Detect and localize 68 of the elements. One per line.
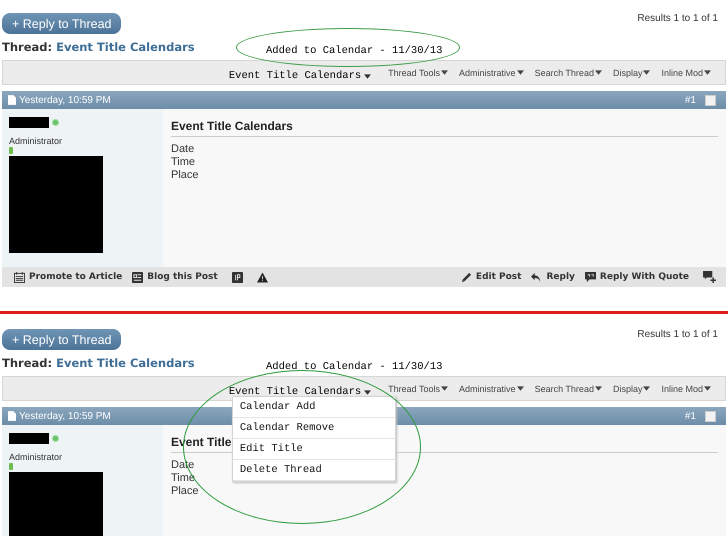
reputation-icon (9, 147, 13, 154)
caret-icon (643, 386, 650, 391)
post-text: Time (171, 472, 196, 485)
quote-bubble-icon (584, 272, 596, 282)
toolbar-menu[interactable]: Inline Mod (661, 68, 711, 78)
document-icon (8, 411, 16, 421)
post-date: Yesterday, 10:59 PM (19, 94, 111, 106)
reply-to-thread-button[interactable]: + Reply to Thread (2, 13, 122, 34)
blog-button[interactable]: Blog this Post (132, 272, 218, 282)
list-icon (132, 272, 144, 282)
caret-icon (441, 386, 448, 391)
edit-post-button[interactable]: Edit Post (460, 272, 522, 282)
post-checkbox[interactable] (705, 94, 716, 106)
toolbar-menu[interactable]: Display (612, 384, 650, 394)
caret-icon (441, 70, 448, 75)
post-text: Place (171, 485, 199, 498)
post-title: Event Title Calendars (171, 119, 718, 137)
toolbar-menu[interactable]: Thread Tools (388, 68, 448, 78)
toolbar-menu[interactable]: Thread Tools (388, 384, 448, 394)
caret-icon (516, 70, 524, 75)
post-text: Place (171, 169, 199, 182)
post-date: Yesterday, 10:59 PM (19, 410, 111, 422)
thread-menu-button[interactable]: Event Title Calendars (228, 70, 372, 82)
post-text: Date (171, 143, 194, 156)
promote-button[interactable]: Promote to Article (14, 272, 122, 282)
calendar-note: Added to Calendar - 11/30/13 (266, 44, 442, 56)
caret-icon (704, 386, 711, 391)
ip-icon[interactable] (232, 272, 243, 282)
toolbar-menu[interactable]: Administrative (459, 68, 524, 78)
thread-menu-button[interactable]: Event Title Calendars (228, 386, 372, 398)
results-count: Results 1 to 1 of 1 (637, 13, 718, 24)
results-count: Results 1 to 1 of 1 (637, 329, 718, 340)
pencil-icon (460, 272, 472, 282)
reply-with-quote-button[interactable]: Reply With Quote (584, 272, 689, 282)
menu-item[interactable]: Calendar Remove (232, 418, 395, 439)
reputation-icon (9, 463, 13, 470)
multi-quote-icon[interactable] (703, 271, 716, 283)
thread-label: Thread: (2, 356, 52, 370)
caret-icon (594, 70, 602, 75)
caret-icon (643, 70, 650, 75)
caret-icon (594, 386, 602, 391)
toolbar-menu[interactable]: Search Thread (534, 68, 602, 78)
post-checkbox[interactable] (705, 410, 716, 422)
thread-label: Thread: (2, 40, 52, 54)
caret-icon (516, 386, 524, 391)
menu-item[interactable]: Calendar Add (232, 397, 395, 418)
thread-title-link[interactable]: Event Title Calendars (56, 356, 195, 370)
toolbar-menu[interactable]: Display (612, 68, 650, 78)
toolbar-menu[interactable]: Administrative (459, 384, 524, 394)
user-role: Administrator (9, 136, 62, 146)
redacted-name (9, 117, 49, 128)
caret-icon (704, 70, 711, 75)
menu-item[interactable]: Edit Title (232, 439, 395, 460)
toolbar-menu[interactable]: Search Thread (534, 384, 602, 394)
calendar-icon (14, 272, 25, 282)
toolbar-menu[interactable]: Inline Mod (661, 384, 711, 394)
redacted-name (9, 433, 49, 444)
reply-button[interactable]: Reply (531, 272, 575, 282)
reply-arrow-icon (531, 272, 542, 282)
menu-item[interactable]: Delete Thread (232, 460, 395, 481)
calendar-note: Added to Calendar - 11/30/13 (266, 360, 442, 372)
reply-to-thread-button[interactable]: + Reply to Thread (2, 329, 122, 350)
caret-icon (364, 74, 372, 78)
document-icon (8, 95, 16, 105)
thread-title-link[interactable]: Event Title Calendars (56, 40, 195, 54)
post-text: Time (171, 156, 196, 169)
user-role: Administrator (9, 452, 62, 462)
warning-icon[interactable] (256, 272, 268, 282)
